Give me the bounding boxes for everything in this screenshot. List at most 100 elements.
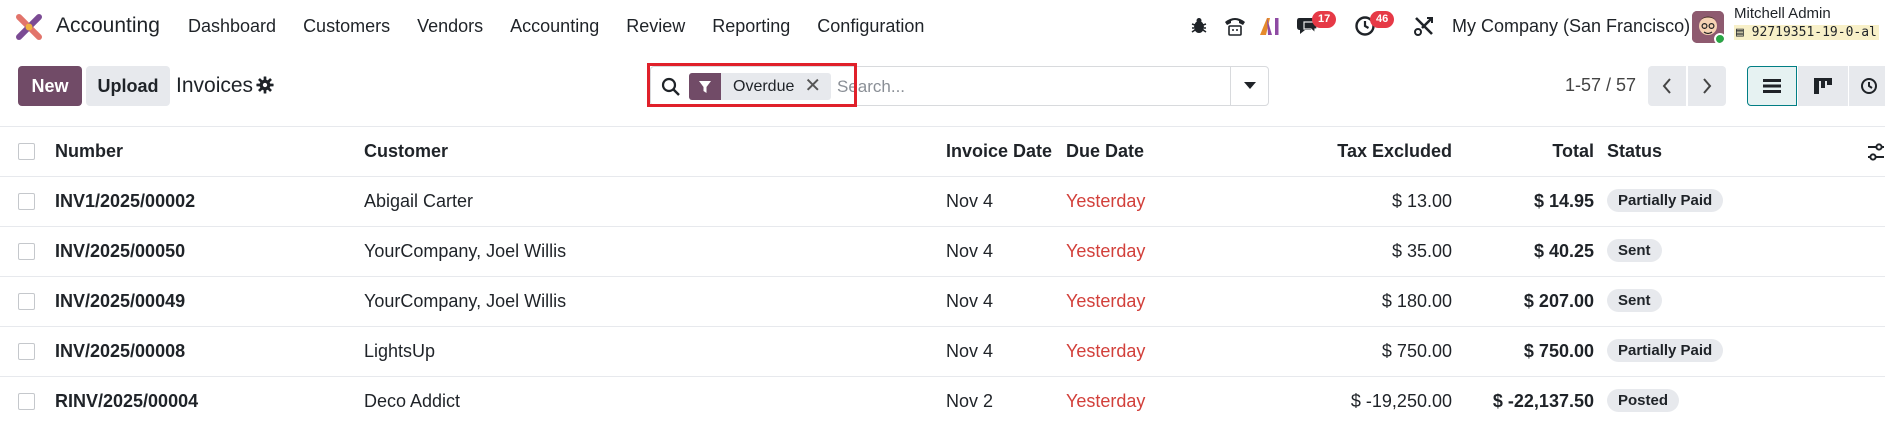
total-amount: $ 40.25 [1533,241,1594,261]
header-status[interactable]: Status [1607,141,1662,162]
database-label: 92719351-19-0-al [1751,25,1877,40]
pager-value[interactable]: 1-57 / 57 [1565,75,1636,96]
table-header: Number Customer Invoice Date Due Date Ta… [0,127,1885,177]
tools-icon[interactable] [1411,13,1437,39]
kanban-view-icon [1814,78,1832,94]
row-checkbox[interactable] [18,243,35,260]
table-row[interactable]: INV/2025/00008 LightsUp Nov 4 Yesterday … [0,327,1885,377]
avatar[interactable] [1692,11,1724,43]
total-amount: $ 207.00 [1523,291,1594,311]
list-view-button[interactable] [1747,66,1797,106]
row-checkbox[interactable] [18,293,35,310]
activity-view-button[interactable] [1849,66,1885,106]
pager-next-button[interactable] [1688,66,1726,106]
header-invoice-date[interactable]: Invoice Date [946,141,1052,162]
caret-down-icon [1243,82,1256,89]
messages-badge: 17 [1312,11,1337,28]
tax-excluded: $ 35.00 [1391,241,1452,261]
database-icon: ▤ [1736,25,1744,40]
invoice-number: INV1/2025/00002 [55,191,196,211]
invoice-date: Nov 2 [946,391,994,411]
main-menu: Dashboard Customers Vendors Accounting R… [188,16,951,37]
header-number[interactable]: Number [55,141,123,162]
select-all-checkbox[interactable] [18,143,35,160]
upload-button[interactable]: Upload [86,66,170,106]
invoice-number: INV/2025/00050 [55,241,186,261]
invoice-number: INV/2025/00008 [55,341,186,361]
header-tax-excluded[interactable]: Tax Excluded [1337,141,1452,162]
due-date: Yesterday [1066,291,1146,311]
tax-excluded: $ -19,250.00 [1350,391,1452,411]
user-name[interactable]: Mitchell Admin [1734,5,1831,22]
ai-icon[interactable] [1257,13,1283,39]
due-date: Yesterday [1066,191,1146,211]
close-icon[interactable]: ✕ [800,73,831,100]
database-name: ▤ 92719351-19-0-al [1734,25,1879,40]
gear-icon[interactable] [256,76,274,94]
row-checkbox[interactable] [18,343,35,360]
pager-previous-button[interactable] [1648,66,1686,106]
company-switcher[interactable]: My Company (San Francisco) [1452,16,1690,37]
invoice-date: Nov 4 [946,241,994,261]
header-total[interactable]: Total [1552,141,1594,162]
filter-icon [689,73,721,100]
search-options-toggle[interactable] [1230,67,1268,105]
online-status-indicator [1714,33,1724,43]
customer-name: Deco Addict [364,391,461,411]
app-name[interactable]: Accounting [56,14,160,38]
new-button[interactable]: New [18,66,82,106]
chevron-right-icon [1703,78,1712,94]
total-amount: $ 14.95 [1533,191,1594,211]
header-due-date[interactable]: Due Date [1066,141,1144,162]
app-logo-icon[interactable] [16,14,42,40]
menu-configuration[interactable]: Configuration [817,16,924,37]
invoice-date: Nov 4 [946,341,994,361]
status-badge: Partially Paid [1607,189,1724,212]
bug-icon[interactable] [1186,13,1212,39]
customer-name: Abigail Carter [364,191,474,211]
top-navbar: Accounting Dashboard Customers Vendors A… [0,0,1885,54]
header-customer[interactable]: Customer [364,141,448,162]
search-input[interactable] [837,75,1167,99]
customer-name: YourCompany, Joel Willis [364,291,567,311]
table-row[interactable]: RINV/2025/00004 Deco Addict Nov 2 Yester… [0,377,1885,422]
total-amount: $ -22,137.50 [1492,391,1594,411]
kanban-view-button[interactable] [1798,66,1848,106]
due-date: Yesterday [1066,341,1146,361]
menu-accounting[interactable]: Accounting [510,16,599,37]
status-badge: Sent [1607,289,1662,312]
status-badge: Sent [1607,239,1662,262]
invoice-number: RINV/2025/00004 [55,391,199,411]
customer-name: YourCompany, Joel Willis [364,241,567,261]
total-amount: $ 750.00 [1523,341,1594,361]
table-row[interactable]: INV/2025/00049 YourCompany, Joel Willis … [0,277,1885,327]
tax-excluded: $ 180.00 [1381,291,1452,311]
menu-customers[interactable]: Customers [303,16,390,37]
search-icon[interactable] [661,77,681,97]
invoice-list: Number Customer Invoice Date Due Date Ta… [0,126,1885,412]
row-checkbox[interactable] [18,393,35,410]
tax-excluded: $ 750.00 [1381,341,1452,361]
page-title: Invoices [176,74,254,97]
column-options-icon[interactable] [1866,142,1885,162]
phone-icon[interactable] [1222,13,1248,39]
status-badge: Posted [1607,389,1680,412]
invoice-date: Nov 4 [946,191,994,211]
menu-dashboard[interactable]: Dashboard [188,16,276,37]
menu-review[interactable]: Review [626,16,685,37]
status-badge: Partially Paid [1607,339,1724,362]
search-bar: Overdue ✕ [650,66,1269,106]
table-row[interactable]: INV/2025/00050 YourCompany, Joel Willis … [0,227,1885,277]
due-date: Yesterday [1066,391,1146,411]
facet-label: Overdue [733,78,795,95]
tax-excluded: $ 13.00 [1391,191,1452,211]
chevron-left-icon [1662,78,1671,94]
table-row[interactable]: INV1/2025/00002 Abigail Carter Nov 4 Yes… [0,177,1885,227]
menu-reporting[interactable]: Reporting [712,16,790,37]
overdue-filter-facet: Overdue ✕ [689,73,832,100]
activities-badge: 46 [1370,11,1395,28]
customer-name: LightsUp [364,341,436,361]
menu-vendors[interactable]: Vendors [417,16,483,37]
invoice-date: Nov 4 [946,291,994,311]
row-checkbox[interactable] [18,193,35,210]
